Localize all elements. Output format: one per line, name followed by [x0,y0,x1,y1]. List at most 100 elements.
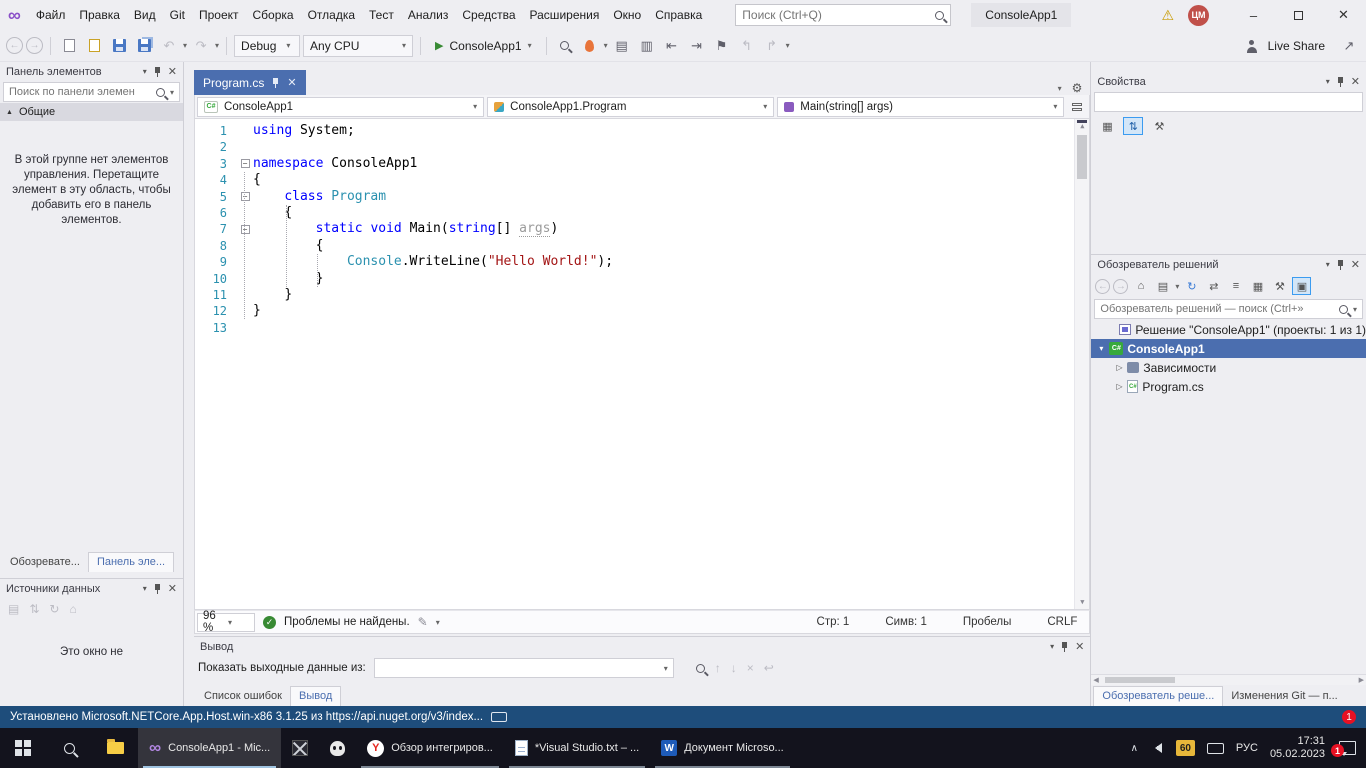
taskbar-app-vs[interactable]: ConsoleApp1 - Mic... [138,728,281,768]
menu-item[interactable]: Расширения [523,4,607,26]
scrollbar-thumb[interactable] [1077,135,1087,179]
output-header[interactable]: Вывод ▾ ✕ [194,637,1090,656]
right-dock-tab[interactable]: Изменения Git — п... [1223,687,1345,706]
solution-configurations-dropdown[interactable]: Debug ▾ [234,35,300,57]
solution-search-box[interactable]: ▾ [1094,299,1363,319]
spaces-indicator[interactable]: Пробелы [963,616,1012,628]
split-editor-icon[interactable] [1067,97,1087,117]
pin-icon[interactable] [154,584,161,594]
navigate-backward-icon[interactable]: ← [6,37,23,54]
menu-item[interactable]: Анализ [401,4,456,26]
hot-reload-chevron-icon[interactable]: ▾ [604,41,608,50]
refresh-icon[interactable]: ↻ [1182,277,1201,295]
left-dock-tab[interactable]: Панель эле... [88,552,174,572]
expander-icon[interactable]: ▾ [1095,344,1107,353]
menu-item[interactable]: Окно [606,4,648,26]
redo-chevron-icon[interactable]: ▾ [215,41,219,50]
menu-item[interactable]: Вид [127,4,163,26]
preview-selected-items-icon[interactable]: ▣ [1292,277,1311,295]
file-explorer-button[interactable] [92,728,138,768]
code-line[interactable]: 4{ [195,172,1089,188]
menu-item[interactable]: Файл [29,4,73,26]
pin-icon[interactable] [1061,642,1068,652]
menu-item[interactable]: Тест [362,4,401,26]
go-to-next-message-icon[interactable]: ↓ [731,661,737,675]
quick-search-box[interactable] [735,4,951,26]
window-position-icon[interactable]: ▾ [143,584,147,593]
close-icon[interactable]: ✕ [1075,640,1084,653]
configure-data-source-icon[interactable]: ⌂ [69,602,76,616]
hot-reload-icon[interactable] [579,35,601,57]
output-source-dropdown[interactable]: ▾ [374,658,674,678]
maximize-button[interactable] [1276,0,1321,30]
code-line[interactable]: 10 } [195,271,1089,287]
fold-toggle-icon[interactable]: − [241,159,250,168]
member-dropdown[interactable]: Main(string[] args) ▾ [777,97,1064,117]
tree-item-program-cs[interactable]: ▷Program.cs [1091,377,1366,396]
code-line[interactable]: 6 { [195,205,1089,221]
fold-toggle-icon[interactable]: − [241,225,250,234]
taskbar-app-browser[interactable]: Обзор интегриров... [356,728,504,768]
user-avatar[interactable]: ЦМ [1188,5,1209,26]
show-hidden-icons-chevron[interactable]: ∧ [1131,743,1138,754]
toolbox-header[interactable]: Панель элементов ▾ ✕ [0,62,183,81]
property-pages-icon[interactable]: ⚒ [1149,117,1169,135]
clear-all-icon[interactable]: × [747,661,754,675]
zoom-dropdown[interactable]: 96 % ▾ [197,613,255,632]
redo-icon[interactable]: ↷ [190,35,212,57]
active-documents-chevron-icon[interactable]: ▾ [1058,84,1062,93]
home-icon[interactable]: ⌂ [1131,277,1150,295]
menu-item[interactable]: Git [163,4,192,26]
add-data-source-icon[interactable]: ▤ [8,602,19,616]
live-share-icon[interactable] [1245,39,1259,53]
bookmark-icon[interactable]: ⚑ [711,35,733,57]
close-button[interactable]: ✕ [1321,0,1366,30]
undo-chevron-icon[interactable]: ▾ [183,41,187,50]
navigate-backward-code-icon[interactable]: ↰ [736,35,758,57]
tree-item-project[interactable]: ▾ConsoleApp1 [1091,339,1366,358]
taskbar-search-button[interactable] [46,728,92,768]
live-share-label[interactable]: Live Share [1268,39,1325,53]
close-icon[interactable]: ✕ [1351,75,1360,88]
code-line[interactable]: 2 [195,139,1089,155]
health-label[interactable]: Проблемы не найдены. [284,616,410,628]
alphabetical-sort-icon[interactable]: ⇅ [1123,117,1143,135]
code-line[interactable]: 1using System; [195,123,1089,139]
language-indicator[interactable]: РУС [1236,742,1258,754]
tree-item-dependencies[interactable]: ▷Зависимости [1091,358,1366,377]
solution-search-input[interactable] [1100,303,1334,315]
window-position-icon[interactable]: ▾ [1326,260,1330,269]
categorized-icon[interactable]: ▦ [1097,117,1117,135]
new-project-icon[interactable] [58,35,80,57]
window-position-icon[interactable]: ▾ [1050,642,1054,651]
pin-icon[interactable] [1337,77,1344,87]
solution-platforms-dropdown[interactable]: Any CPU ▾ [303,35,413,57]
find-message-icon[interactable] [696,664,705,673]
word-wrap-icon[interactable]: ↩ [764,661,774,675]
go-to-previous-message-icon[interactable]: ↑ [715,661,721,675]
tab-options-gear-icon[interactable]: ⚙ [1072,81,1083,95]
comment-selection-icon[interactable]: ▥ [636,35,658,57]
right-dock-tab[interactable]: Обозреватель реше... [1093,686,1223,706]
indent-decrease-icon[interactable]: ⇤ [661,35,683,57]
tray-widget-badge[interactable]: 60 [1176,740,1195,756]
volume-icon[interactable] [1150,742,1164,754]
toolbar-overflow-icon[interactable]: ▾ [786,41,790,50]
window-position-icon[interactable]: ▾ [143,67,147,76]
collapse-all-icon[interactable]: ≡ [1226,277,1245,295]
taskbar-clock[interactable]: 17:31 05.02.2023 [1270,735,1325,761]
menu-item[interactable]: Отладка [301,4,362,26]
code-line[interactable]: 13 [195,320,1089,336]
taskbar-app-word[interactable]: Документ Microso... [650,728,795,768]
output-tab[interactable]: Список ошибок [196,687,290,706]
save-all-icon[interactable] [133,35,155,57]
data-sources-header[interactable]: Источники данных ▾ ✕ [0,579,183,598]
solution-explorer-header[interactable]: Обозреватель решений ▾ ✕ [1091,255,1366,274]
properties-object-dropdown[interactable] [1094,92,1363,112]
touch-keyboard-icon[interactable] [1207,743,1224,754]
close-icon[interactable]: ✕ [168,65,177,78]
code-cleanup-icon[interactable]: ✎ [418,615,428,629]
scroll-down-icon[interactable]: ▼ [1075,595,1089,609]
menu-item[interactable]: Проект [192,4,246,26]
show-all-members-icon[interactable]: ▤ [611,35,633,57]
